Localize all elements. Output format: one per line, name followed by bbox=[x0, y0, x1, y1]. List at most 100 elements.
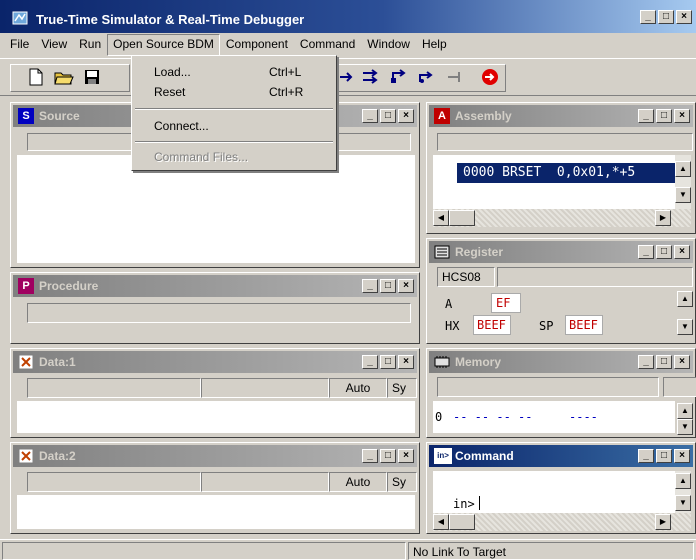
step-out-icon[interactable] bbox=[386, 65, 410, 89]
source-maximize-button[interactable]: □ bbox=[380, 109, 396, 123]
scroll-down-arrow-icon[interactable]: ▼ bbox=[675, 495, 691, 511]
command-minimize-button[interactable]: _ bbox=[638, 449, 654, 463]
assembly-window[interactable]: A Assembly _ □ × 0000 BRSET 0,0x01,*+5 ▲… bbox=[426, 102, 696, 234]
register-cpu-field: HCS08 bbox=[437, 267, 495, 287]
register-maximize-button[interactable]: □ bbox=[656, 245, 672, 259]
data1-title-bar[interactable]: Data:1 _ □ × bbox=[13, 351, 417, 373]
source-minimize-button[interactable]: _ bbox=[362, 109, 378, 123]
scroll-up-arrow-icon[interactable]: ▲ bbox=[675, 161, 691, 177]
assembly-title-bar[interactable]: A Assembly _ □ × bbox=[429, 105, 693, 127]
scroll-thumb[interactable] bbox=[449, 514, 475, 530]
memory-close-button[interactable]: × bbox=[674, 355, 690, 369]
assembly-current-line[interactable]: 0000 BRSET 0,0x01,*+5 bbox=[457, 163, 675, 183]
data2-window[interactable]: Data:2 _ □ × Auto Sy bbox=[10, 442, 420, 534]
memory-ascii: ---- bbox=[569, 410, 598, 424]
assembly-listing[interactable]: 0000 BRSET 0,0x01,*+5 bbox=[433, 155, 675, 209]
data2-title-bar[interactable]: Data:2 _ □ × bbox=[13, 445, 417, 467]
command-title-bar[interactable]: in> Command _ □ × bbox=[429, 445, 693, 467]
command-maximize-button[interactable]: □ bbox=[656, 449, 672, 463]
menu-view[interactable]: View bbox=[35, 34, 73, 56]
reset-target-icon[interactable] bbox=[478, 65, 502, 89]
data1-maximize-button[interactable]: □ bbox=[380, 355, 396, 369]
command-window[interactable]: in> Command _ □ × in> ▲ ▼ ◀ ▶ bbox=[426, 442, 696, 534]
memory-maximize-button[interactable]: □ bbox=[656, 355, 672, 369]
step-over-icon[interactable] bbox=[358, 65, 382, 89]
memory-minimize-button[interactable]: _ bbox=[638, 355, 654, 369]
command-close-button[interactable]: × bbox=[674, 449, 690, 463]
menu-item-reset-shortcut: Ctrl+R bbox=[269, 85, 304, 99]
memory-scroll-down-icon[interactable]: ▼ bbox=[677, 419, 693, 435]
procedure-window[interactable]: P Procedure _ □ × bbox=[10, 272, 420, 344]
memory-scroll-up-icon[interactable]: ▲ bbox=[677, 403, 693, 419]
memory-title-bar[interactable]: Memory _ □ × bbox=[429, 351, 693, 373]
procedure-minimize-button[interactable]: _ bbox=[362, 279, 378, 293]
register-scroll-down-icon[interactable]: ▼ bbox=[677, 319, 693, 335]
command-icon: in> bbox=[434, 448, 452, 464]
scroll-thumb[interactable] bbox=[449, 210, 475, 226]
menu-file[interactable]: File bbox=[4, 34, 35, 56]
data1-close-button[interactable]: × bbox=[398, 355, 414, 369]
procedure-list[interactable] bbox=[27, 303, 411, 323]
register-window[interactable]: Register _ □ × HCS08 A EF HX BEEF SP BEE… bbox=[426, 238, 696, 344]
assembly-horizontal-scrollbar[interactable]: ◀ ▶ bbox=[433, 209, 691, 227]
data2-content[interactable] bbox=[17, 495, 415, 529]
assembly-minimize-button[interactable]: _ bbox=[638, 109, 654, 123]
procedure-title-bar[interactable]: P Procedure _ □ × bbox=[13, 275, 417, 297]
data1-auto-field[interactable]: Auto bbox=[329, 378, 387, 398]
data2-auto-field[interactable]: Auto bbox=[329, 472, 387, 492]
menu-item-reset[interactable]: Reset bbox=[154, 85, 185, 99]
data1-window[interactable]: Data:1 _ □ × Auto Sy bbox=[10, 348, 420, 438]
close-button[interactable]: × bbox=[676, 10, 692, 24]
command-console[interactable]: in> bbox=[433, 471, 675, 513]
command-horizontal-scrollbar[interactable]: ◀ ▶ bbox=[433, 513, 691, 531]
memory-content[interactable]: 0 -- -- -- -- ---- bbox=[433, 401, 675, 433]
scroll-right-arrow-icon[interactable]: ▶ bbox=[655, 514, 671, 530]
register-a-value[interactable]: EF bbox=[491, 293, 521, 313]
source-close-button[interactable]: × bbox=[398, 109, 414, 123]
menu-window[interactable]: Window bbox=[361, 34, 416, 56]
scroll-down-arrow-icon[interactable]: ▼ bbox=[675, 187, 691, 203]
menu-help[interactable]: Help bbox=[416, 34, 453, 56]
menu-command[interactable]: Command bbox=[294, 34, 361, 56]
register-close-button[interactable]: × bbox=[674, 245, 690, 259]
register-sp-value[interactable]: BEEF bbox=[565, 315, 603, 335]
menu-run[interactable]: Run bbox=[73, 34, 107, 56]
register-hx-value[interactable]: BEEF bbox=[473, 315, 511, 335]
scroll-right-arrow-icon[interactable]: ▶ bbox=[655, 210, 671, 226]
assembly-vertical-scrollbar[interactable]: ▲ ▼ bbox=[675, 155, 691, 209]
step-icon[interactable] bbox=[334, 65, 358, 89]
maximize-button[interactable]: □ bbox=[658, 10, 674, 24]
register-title-bar[interactable]: Register _ □ × bbox=[429, 241, 693, 263]
procedure-close-button[interactable]: × bbox=[398, 279, 414, 293]
scroll-up-arrow-icon[interactable]: ▲ bbox=[675, 473, 691, 489]
data1-symbolic-field[interactable]: Sy bbox=[387, 378, 417, 398]
app-title-bar[interactable]: True-Time Simulator & Real-Time Debugger… bbox=[0, 0, 696, 33]
halt-icon[interactable] bbox=[442, 65, 466, 89]
minimize-button[interactable]: _ bbox=[640, 10, 656, 24]
procedure-maximize-button[interactable]: □ bbox=[380, 279, 396, 293]
procedure-title: Procedure bbox=[39, 279, 99, 293]
menu-component[interactable]: Component bbox=[220, 34, 294, 56]
menu-item-connect[interactable]: Connect... bbox=[154, 119, 209, 133]
data1-content[interactable] bbox=[17, 401, 415, 433]
menu-item-load[interactable]: Load... bbox=[154, 65, 191, 79]
save-icon[interactable] bbox=[80, 65, 104, 89]
assembly-maximize-button[interactable]: □ bbox=[656, 109, 672, 123]
register-scroll-up-icon[interactable]: ▲ bbox=[677, 291, 693, 307]
command-vertical-scrollbar[interactable]: ▲ ▼ bbox=[675, 471, 691, 513]
assembly-step-icon[interactable] bbox=[414, 65, 438, 89]
data2-maximize-button[interactable]: □ bbox=[380, 449, 396, 463]
data2-symbolic-field[interactable]: Sy bbox=[387, 472, 417, 492]
source-text-area[interactable] bbox=[17, 155, 415, 263]
data1-minimize-button[interactable]: _ bbox=[362, 355, 378, 369]
menu-open-source-bdm[interactable]: Open Source BDM bbox=[107, 34, 220, 56]
memory-window[interactable]: Memory _ □ × 0 -- -- -- -- ---- ▲ ▼ bbox=[426, 348, 696, 438]
new-file-icon[interactable] bbox=[24, 65, 48, 89]
data2-close-button[interactable]: × bbox=[398, 449, 414, 463]
scroll-left-arrow-icon[interactable]: ◀ bbox=[433, 210, 449, 226]
open-folder-icon[interactable] bbox=[52, 65, 76, 89]
scroll-left-arrow-icon[interactable]: ◀ bbox=[433, 514, 449, 530]
data2-minimize-button[interactable]: _ bbox=[362, 449, 378, 463]
register-minimize-button[interactable]: _ bbox=[638, 245, 654, 259]
assembly-close-button[interactable]: × bbox=[674, 109, 690, 123]
